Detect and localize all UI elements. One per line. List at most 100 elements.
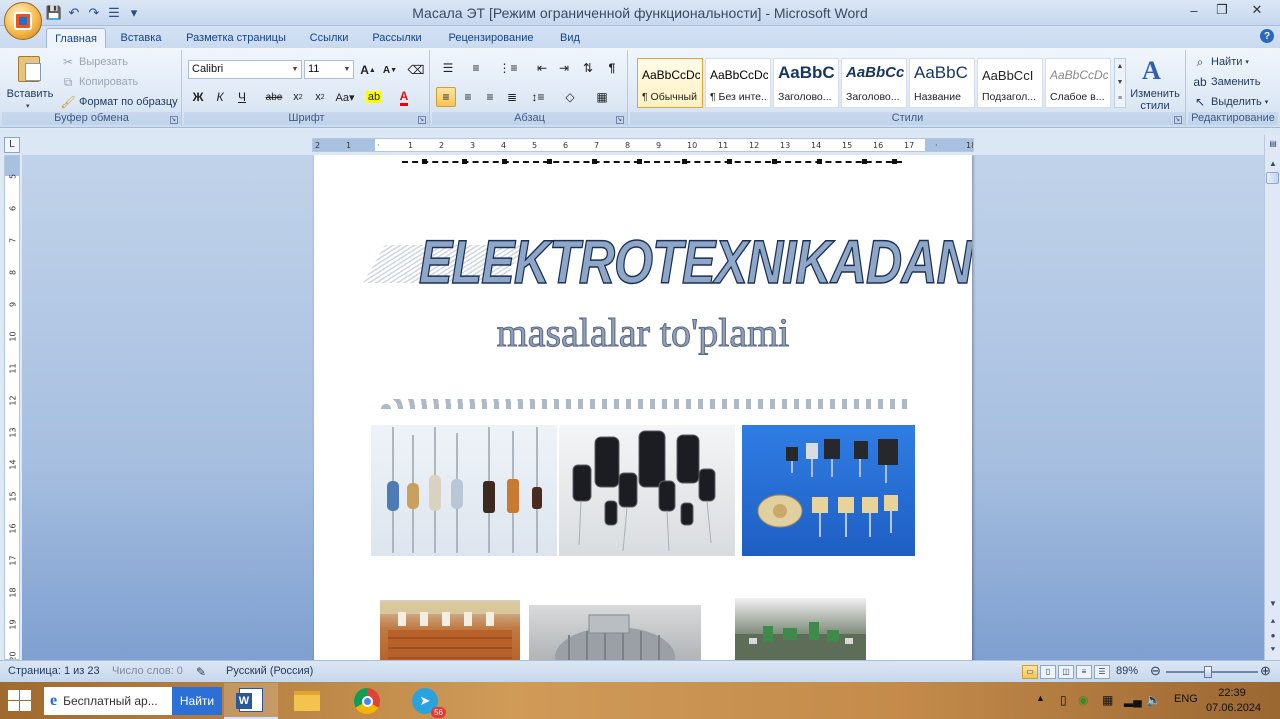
copy-button[interactable]: ⧉ Копировать xyxy=(60,73,139,91)
bullets-icon[interactable]: ☰ xyxy=(438,58,458,78)
styles-dialog-launcher[interactable]: ↘ xyxy=(1174,116,1182,124)
view-ruler-icon[interactable]: ▤ xyxy=(1266,137,1280,151)
word-count[interactable]: Число слов: 0 xyxy=(112,665,183,677)
full-screen-reading-view-icon[interactable]: ▯ xyxy=(1040,665,1056,679)
zoom-slider[interactable] xyxy=(1166,671,1258,673)
horizontal-ruler[interactable]: 21·1234567891011121314151617·18 xyxy=(312,138,974,152)
restore-button[interactable]: ❐ xyxy=(1208,0,1236,20)
close-button[interactable]: ✕ xyxy=(1240,0,1274,20)
highlight-icon[interactable]: ab xyxy=(364,87,384,107)
find-button[interactable]: ⌕ Найти ▾ xyxy=(1192,53,1249,71)
cut-button[interactable]: ✂ Вырезать xyxy=(60,53,128,71)
minimize-button[interactable]: – xyxy=(1180,0,1208,20)
show-marks-icon[interactable]: ¶ xyxy=(602,58,622,78)
align-left-icon[interactable]: ≡ xyxy=(436,87,456,107)
grow-font-icon[interactable]: A ▲ xyxy=(358,60,378,80)
style-no-spacing[interactable]: AaBbCcDc ¶ Без инте... xyxy=(705,58,771,108)
scroll-down-arrow-icon[interactable]: ▼ xyxy=(1266,597,1280,611)
sort-icon[interactable]: ⇅ xyxy=(578,58,598,78)
zoom-out-icon[interactable]: ⊖ xyxy=(1150,663,1161,679)
telegram-icon[interactable]: ➤ 56 xyxy=(398,683,452,719)
subscript-icon[interactable]: x2 xyxy=(288,87,308,107)
network-icon[interactable]: ▦ xyxy=(1102,693,1113,707)
tab-view[interactable]: Вид xyxy=(552,28,588,48)
select-button[interactable]: ↖ Выделить ▾ xyxy=(1192,93,1268,111)
bold-icon[interactable]: Ж xyxy=(188,87,208,107)
scroll-up-arrow-icon[interactable]: ▲ xyxy=(1266,157,1280,171)
tab-page-layout[interactable]: Разметка страницы xyxy=(180,28,292,48)
clear-formatting-icon[interactable]: ⌫ xyxy=(406,60,426,80)
style-heading-2[interactable]: AaBbCc Заголово... xyxy=(841,58,907,108)
print-layout-view-icon[interactable]: ▭ xyxy=(1022,665,1038,679)
styles-scroll[interactable]: ▲ ▼ ≡ xyxy=(1114,58,1126,108)
zoom-slider-knob[interactable] xyxy=(1204,666,1212,678)
font-dialog-launcher[interactable]: ↘ xyxy=(418,116,426,124)
tab-mailings[interactable]: Рассылки xyxy=(366,28,428,48)
next-page-icon[interactable]: ⯆ xyxy=(1266,643,1280,657)
paste-button[interactable]: Вставить ▾ xyxy=(6,54,54,112)
page-count[interactable]: Страница: 1 из 23 xyxy=(8,665,100,677)
chrome-icon[interactable] xyxy=(340,683,394,719)
align-center-icon[interactable]: ≡ xyxy=(458,87,478,107)
vertical-ruler[interactable]: 5 6 7 8 9 10 11 12 13 14 15 16 17 18 19 20 xyxy=(4,155,20,660)
help-icon[interactable]: ? xyxy=(1260,29,1274,43)
browse-object-icon[interactable]: ● xyxy=(1266,629,1280,643)
tab-references[interactable]: Ссылки xyxy=(302,28,356,48)
tab-review[interactable]: Рецензирование xyxy=(440,28,542,48)
spellcheck-icon[interactable]: ✎ xyxy=(196,665,206,679)
show-hidden-icons-icon[interactable]: ▲ xyxy=(1036,693,1045,703)
previous-page-icon[interactable]: ⯅ xyxy=(1266,615,1280,629)
zoom-in-icon[interactable]: ⊕ xyxy=(1260,663,1271,679)
borders-icon[interactable]: ▦ xyxy=(592,87,612,107)
clipboard-dialog-launcher[interactable]: ↘ xyxy=(170,116,178,124)
zoom-level[interactable]: 89% xyxy=(1116,665,1138,677)
align-right-icon[interactable]: ≡ xyxy=(480,87,500,107)
superscript-icon[interactable]: x2 xyxy=(310,87,330,107)
search-button[interactable]: Найти xyxy=(172,687,222,715)
word-app-icon[interactable]: W xyxy=(224,683,278,719)
justify-icon[interactable]: ≣ xyxy=(502,87,522,107)
style-subtitle[interactable]: AaBbCcI Подзагол... xyxy=(977,58,1043,108)
multilevel-list-icon[interactable]: ⋮≡ xyxy=(498,58,518,78)
style-normal[interactable]: AaBbCcDc ¶ Обычный xyxy=(637,58,703,108)
system-clock[interactable]: 22:39 07.06.2024 xyxy=(1206,686,1261,716)
language-indicator[interactable]: Русский (Россия) xyxy=(226,665,313,677)
scrollbar-thumb[interactable] xyxy=(1266,172,1279,184)
line-spacing-icon[interactable]: ↕≡ xyxy=(528,87,548,107)
file-explorer-icon[interactable] xyxy=(280,683,334,719)
increase-indent-icon[interactable]: ⇥ xyxy=(554,58,574,78)
taskbar-search-input[interactable]: e Бесплатный ар... xyxy=(44,687,174,715)
change-case-icon[interactable]: Aa▾ xyxy=(332,87,358,107)
font-name-combo[interactable]: Calibri ▼ xyxy=(188,60,302,79)
underline-icon[interactable]: Ч xyxy=(232,87,252,107)
change-styles-button[interactable]: A Изменить стили xyxy=(1128,54,1182,114)
font-size-combo[interactable]: 11 ▼ xyxy=(304,60,354,79)
draft-view-icon[interactable]: ☰ xyxy=(1094,665,1110,679)
vertical-scrollbar[interactable]: ▤ ▲ ▼ ⯅ ● ⯆ xyxy=(1264,135,1280,660)
document-page[interactable]: ELEKTROTEXNIKADAN masalalar to'plami xyxy=(314,155,972,660)
tab-home[interactable]: Главная xyxy=(46,28,106,48)
numbering-icon[interactable]: ≡ xyxy=(466,58,486,78)
style-subtle-emphasis[interactable]: AaBbCcDc Слабое в... xyxy=(1045,58,1111,108)
shading-icon[interactable]: ◇ xyxy=(560,87,580,107)
tab-selector-icon[interactable]: L xyxy=(4,137,20,153)
security-icon[interactable]: ◉ xyxy=(1078,693,1088,707)
italic-icon[interactable]: К xyxy=(210,87,230,107)
format-painter-button[interactable]: 🖌 Формат по образцу xyxy=(60,93,177,111)
office-button[interactable] xyxy=(4,2,42,40)
windows-start-icon[interactable] xyxy=(6,689,32,713)
shrink-font-icon[interactable]: A ▼ xyxy=(380,60,400,80)
tab-insert[interactable]: Вставка xyxy=(112,28,170,48)
replace-button[interactable]: ab Заменить xyxy=(1192,73,1260,91)
web-layout-view-icon[interactable]: ◫ xyxy=(1058,665,1074,679)
decrease-indent-icon[interactable]: ⇤ xyxy=(532,58,552,78)
paragraph-dialog-launcher[interactable]: ↘ xyxy=(616,116,624,124)
style-heading-1[interactable]: AaBbC Заголово... xyxy=(773,58,839,108)
outline-view-icon[interactable]: ≡ xyxy=(1076,665,1092,679)
usb-device-icon[interactable]: ▯ xyxy=(1060,693,1067,707)
signal-icon[interactable]: ▂▄ xyxy=(1124,693,1142,707)
volume-icon[interactable]: 🔈 xyxy=(1146,693,1161,707)
input-language[interactable]: ENG xyxy=(1174,693,1198,705)
document-workspace[interactable]: ELEKTROTEXNIKADAN masalalar to'plami xyxy=(22,155,1264,660)
strikethrough-icon[interactable]: abe xyxy=(264,87,284,107)
